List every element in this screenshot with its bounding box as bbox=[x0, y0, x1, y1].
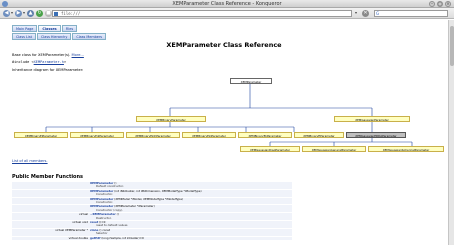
node-binary-ejk[interactable]: XEMBinaryEjkParameter bbox=[70, 132, 124, 138]
page-title: XEMParameter Class Reference bbox=[166, 41, 282, 49]
clear-url-icon[interactable]: ✕ bbox=[362, 10, 369, 17]
table-row: virtual ~XEMParameter () Destructor. bbox=[12, 212, 292, 222]
member-args: (long iSample, int kCluster)=0 bbox=[100, 235, 144, 240]
member-return bbox=[12, 190, 90, 197]
more-link[interactable]: More... bbox=[72, 53, 84, 57]
node-gaussian-general[interactable]: XEMGaussianGeneralParameter bbox=[302, 146, 366, 152]
include-line: #include <XEMParameter.h> bbox=[12, 60, 66, 64]
include-prefix: #include < bbox=[12, 60, 34, 64]
include-suffix: > bbox=[63, 60, 67, 64]
url-text: file:/// bbox=[61, 11, 81, 16]
node-binary-ekj[interactable]: XEMBinaryEkjParameter bbox=[182, 132, 236, 138]
browser-window: XEMParameter Class Reference - Konqueror… bbox=[0, 0, 454, 245]
inheritance-caption: Inheritance diagram for XEMParameter: bbox=[12, 68, 84, 72]
tab-class-hierarchy[interactable]: Class Hierarchy bbox=[36, 33, 72, 40]
forward-icon[interactable]: ▶ bbox=[15, 10, 22, 17]
member-args: (XEMModel *iModel, XEMModelType *iModelT… bbox=[113, 196, 184, 201]
up-icon[interactable]: ▲ bbox=[27, 10, 34, 17]
url-input[interactable]: file:/// bbox=[52, 10, 352, 17]
node-binary-ej[interactable]: XEMBinaryEjParameter bbox=[14, 132, 68, 138]
window-title: XEMParameter Class Reference - Konqueror bbox=[172, 1, 282, 7]
member-return bbox=[12, 182, 90, 189]
url-dropdown-icon[interactable]: ▾ bbox=[355, 10, 357, 15]
table-row: XEMParameter (XEMParameter *iParameter) C… bbox=[12, 205, 292, 214]
member-desc: Constructor (copy). bbox=[96, 207, 124, 212]
include-file-link[interactable]: XEMParameter.h bbox=[34, 60, 64, 64]
tab-files[interactable]: Files bbox=[61, 25, 78, 32]
table-row: virtual void reset ()=0 reset to default … bbox=[12, 220, 292, 229]
member-desc: reset to default values bbox=[96, 223, 128, 228]
node-gaussian-edda[interactable]: XEMGaussianEDDAParameter bbox=[346, 132, 406, 138]
node-binary-ek[interactable]: XEMBinaryEkParameter bbox=[238, 132, 292, 138]
tab-class-list[interactable]: Class List bbox=[12, 33, 36, 40]
member-return bbox=[12, 198, 90, 205]
member-function-link[interactable]: getPdf bbox=[90, 236, 101, 240]
member-return bbox=[12, 205, 90, 212]
all-members-link[interactable]: List of all members. bbox=[12, 159, 48, 163]
public-functions-heading: Public Member Functions bbox=[12, 174, 84, 180]
minimize-icon[interactable]: – bbox=[429, 1, 435, 7]
member-return: virtual void bbox=[72, 220, 88, 225]
member-table: XEMParameter () Default constructor. XEMP… bbox=[12, 181, 292, 242]
close-icon[interactable]: × bbox=[445, 1, 451, 7]
chevron-down-icon[interactable]: ▾ bbox=[23, 10, 25, 15]
tab-main-page[interactable]: Main Page bbox=[12, 25, 38, 32]
member-return: virtual bbox=[79, 212, 88, 217]
tab-classes[interactable]: Classes bbox=[38, 25, 61, 32]
member-return: virtual XEMParameter * bbox=[55, 227, 88, 232]
node-binary-e[interactable]: XEMBinaryEParameter bbox=[294, 132, 344, 138]
page-icon bbox=[54, 12, 58, 16]
search-input[interactable]: G bbox=[374, 10, 448, 17]
tab-class-members[interactable]: Class Members bbox=[72, 33, 107, 40]
search-engine-icon: G bbox=[376, 11, 380, 16]
sub-tabs: Class List Class Hierarchy Class Members bbox=[12, 33, 107, 40]
back-icon[interactable]: ◀ bbox=[3, 10, 10, 17]
main-tabs: Main Page Classes Files bbox=[12, 25, 78, 32]
chevron-down-icon[interactable]: ▾ bbox=[11, 10, 13, 15]
node-binary-ekjh[interactable]: XEMBinaryEkjhParameter bbox=[126, 132, 180, 138]
brief-description: Base class for XEMParameter(s). More... bbox=[12, 53, 84, 57]
page-content: Main Page Classes Files Class List Class… bbox=[0, 20, 448, 245]
node-gaussian-diag[interactable]: XEMGaussianDiagParameter bbox=[240, 146, 300, 152]
maximize-icon[interactable]: □ bbox=[437, 1, 443, 7]
node-gaussian-spherical[interactable]: XEMGaussianSphericalParameter bbox=[368, 146, 444, 152]
member-args: (int iNbCluster, int iPbDimension, XEMMo… bbox=[113, 188, 202, 193]
scrollbar-thumb[interactable] bbox=[450, 26, 454, 66]
member-return: virtual double bbox=[68, 235, 88, 240]
node-gaussian-parameter[interactable]: XEMGaussianParameter bbox=[334, 116, 410, 122]
member-desc: Destructor. bbox=[96, 215, 112, 220]
title-bar: XEMParameter Class Reference - Konqueror… bbox=[0, 0, 454, 8]
reload-icon[interactable]: ↻ bbox=[36, 10, 43, 17]
stop-icon[interactable]: ■ bbox=[45, 10, 52, 17]
table-row: virtual XEMParameter * clone () const Sel… bbox=[12, 227, 292, 237]
vertical-scrollbar[interactable] bbox=[448, 20, 454, 245]
base-class-text: Base class for XEMParameter(s). bbox=[12, 53, 71, 57]
node-root[interactable]: XEMParameter bbox=[230, 78, 272, 84]
browser-toolbar: ◀ ▾ ▶ ▾ ▲ ↻ ■ file:/// ▾ ✕ G bbox=[0, 8, 454, 19]
table-row: virtual double getPdf (long iSample, int… bbox=[12, 235, 292, 242]
node-binary-parameter[interactable]: XEMBinaryParameter bbox=[136, 116, 206, 122]
member-args: () bbox=[115, 212, 119, 217]
